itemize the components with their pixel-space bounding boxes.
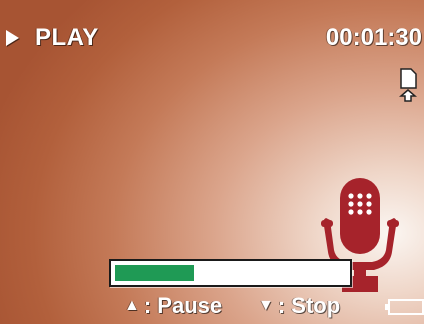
up-arrow-icon: ▲ — [124, 297, 140, 314]
stop-label: : Stop — [277, 293, 341, 318]
playback-progress-bar — [109, 259, 352, 287]
mode-label: PLAY — [35, 24, 99, 51]
sd-card-icon — [399, 68, 417, 102]
playback-progress-fill — [115, 265, 194, 281]
play-icon — [6, 30, 19, 46]
pause-label: : Pause — [143, 293, 223, 318]
elapsed-time: 00:01:30 — [325, 24, 422, 51]
control-hints-bar: ▲ : Pause ▼ : Stop — [0, 288, 424, 324]
stop-hint[interactable]: ▼ : Stop — [258, 292, 340, 320]
battery-icon — [385, 299, 424, 315]
playback-mode-indicator: PLAY — [6, 22, 99, 54]
down-arrow-icon: ▼ — [258, 297, 274, 314]
playback-screen: PLAY 00:01:30 ▲ : Pause ▼ : Stop — [0, 0, 424, 324]
pause-hint[interactable]: ▲ : Pause — [124, 292, 222, 320]
